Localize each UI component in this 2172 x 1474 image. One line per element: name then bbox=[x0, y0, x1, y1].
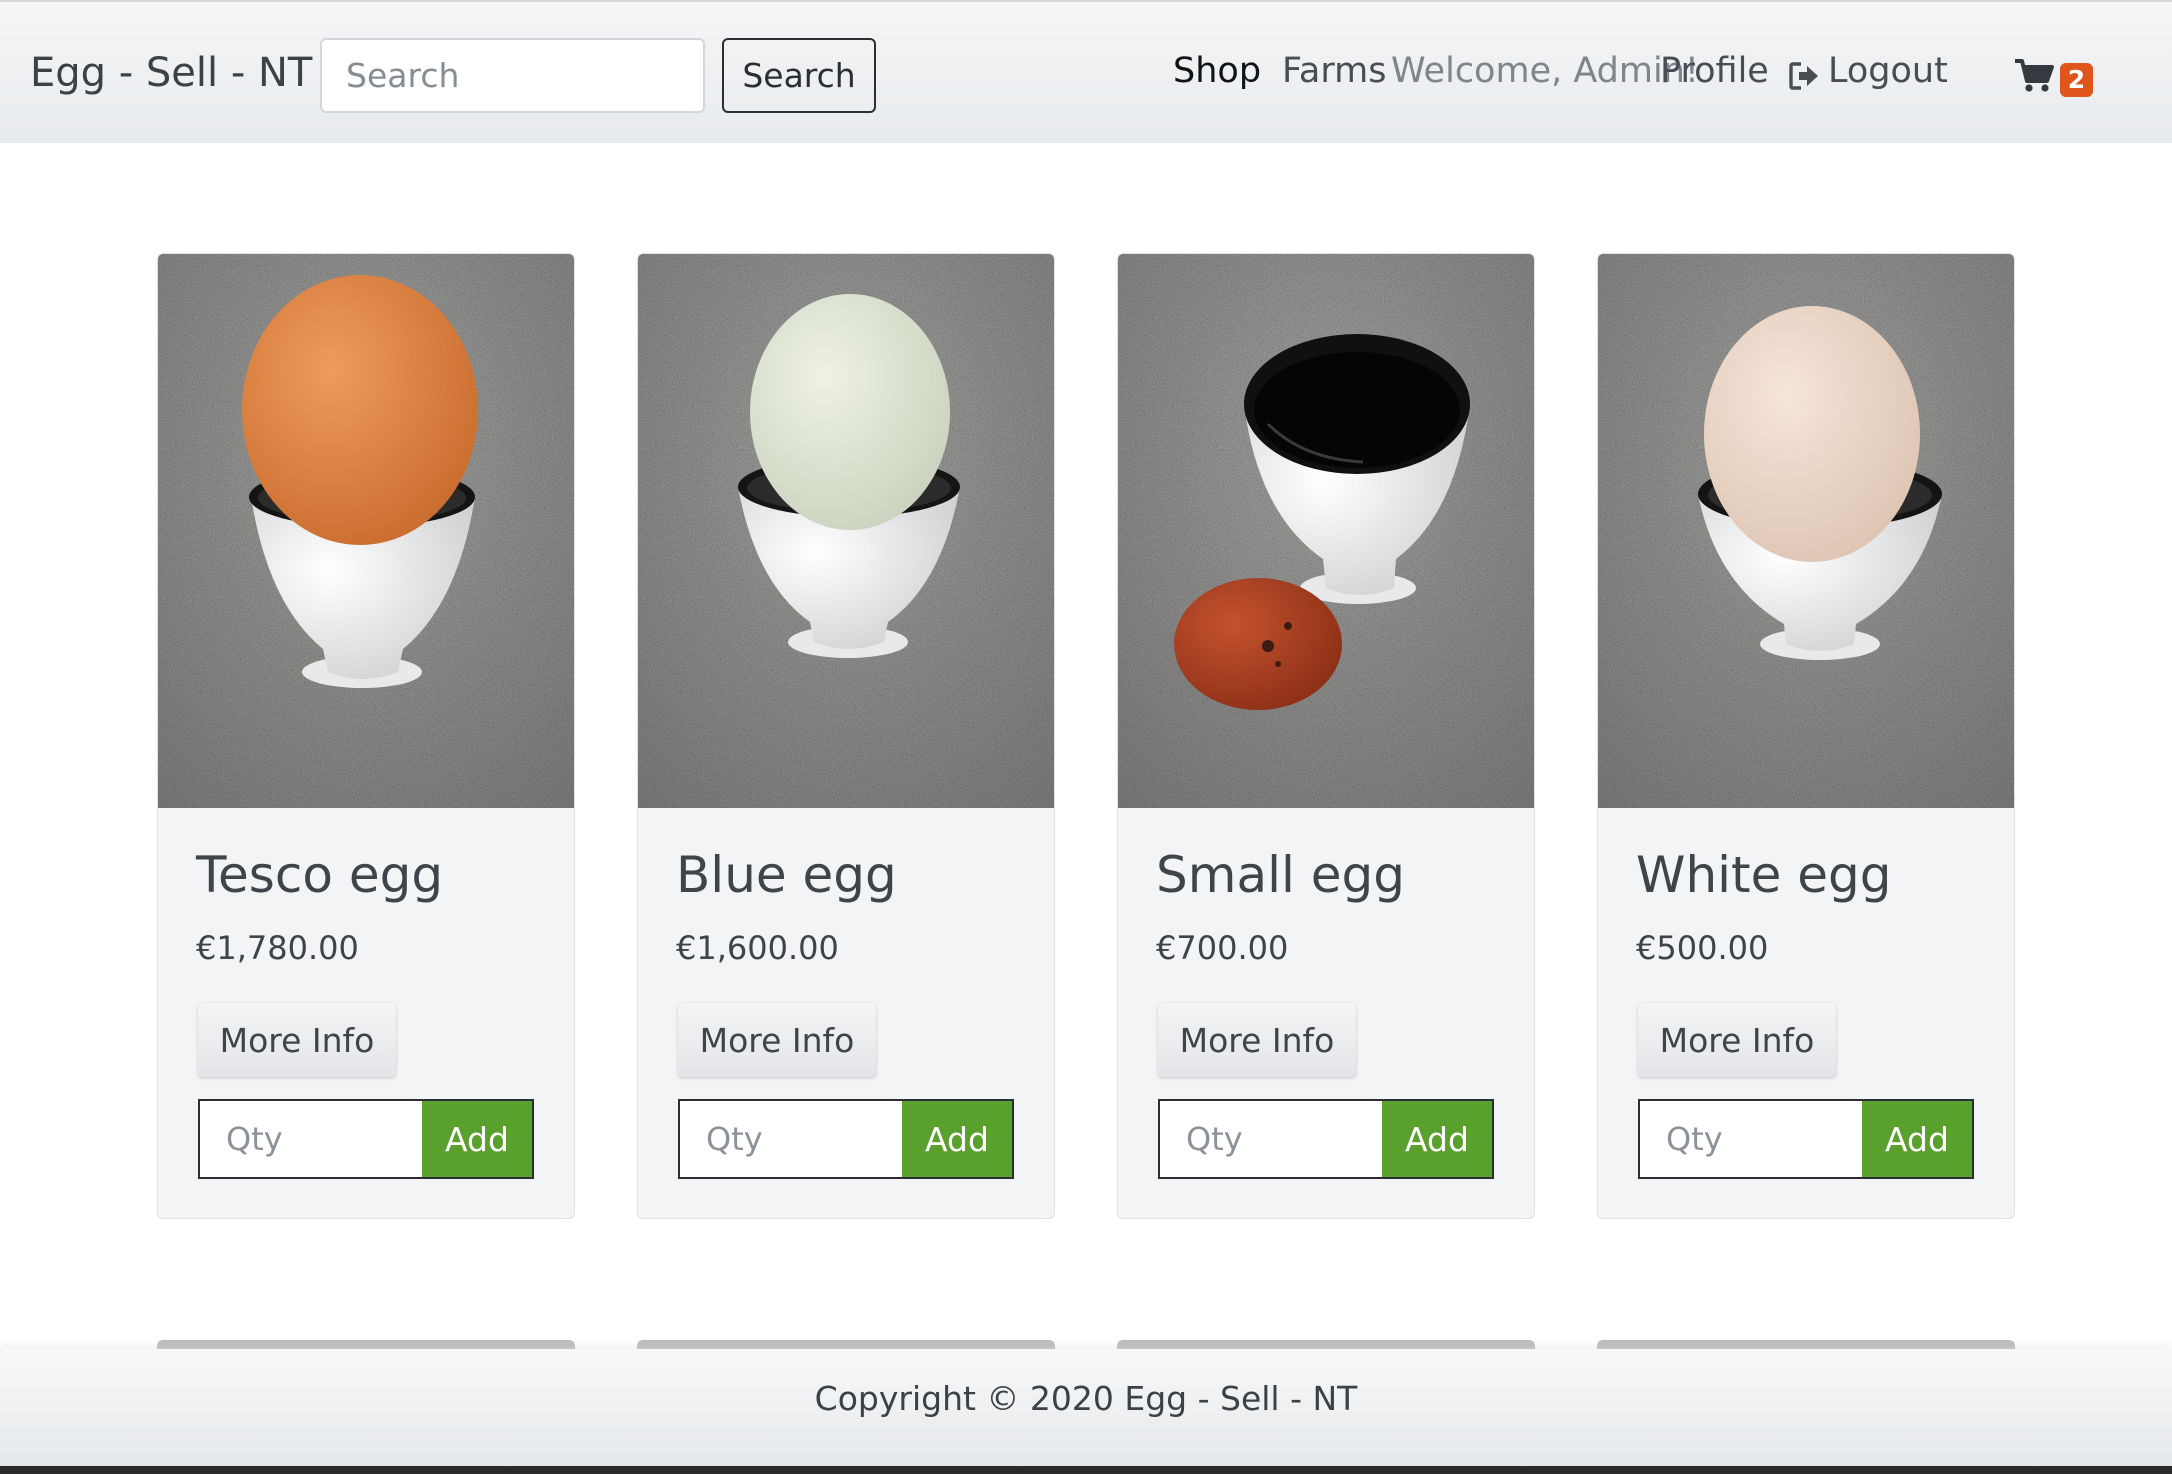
product-card: Blue egg €1,600.00 More Info Add bbox=[637, 253, 1055, 1219]
more-info-button[interactable]: More Info bbox=[1158, 1003, 1356, 1077]
nav-link-farms[interactable]: Farms bbox=[1282, 54, 1386, 89]
add-to-cart-button[interactable]: Add bbox=[1862, 1101, 1972, 1177]
product-name: White egg bbox=[1636, 846, 1892, 904]
product-card: White egg €500.00 More Info Add bbox=[1597, 253, 2015, 1219]
add-to-cart-group: Add bbox=[678, 1099, 1014, 1179]
product-card: Tesco egg €1,780.00 More Info Add bbox=[157, 253, 575, 1219]
product-name: Small egg bbox=[1156, 846, 1405, 904]
cart-count-badge: 2 bbox=[2060, 63, 2093, 97]
more-info-button[interactable]: More Info bbox=[198, 1003, 396, 1077]
shopping-cart-icon[interactable] bbox=[2014, 58, 2054, 94]
brand-logo[interactable]: Egg - Sell - NT bbox=[30, 50, 312, 96]
product-image[interactable] bbox=[1118, 254, 1535, 808]
add-to-cart-button[interactable]: Add bbox=[1382, 1101, 1492, 1177]
quantity-input[interactable] bbox=[680, 1101, 902, 1177]
nav-link-profile[interactable]: Profile bbox=[1660, 54, 1769, 89]
product-price: €500.00 bbox=[1636, 929, 1769, 967]
add-to-cart-button[interactable]: Add bbox=[422, 1101, 532, 1177]
quantity-input[interactable] bbox=[1640, 1101, 1862, 1177]
product-image[interactable] bbox=[638, 254, 1055, 808]
welcome-text: Welcome, Admin! bbox=[1391, 51, 1699, 91]
footer: Copyright © 2020 Egg - Sell - NT bbox=[0, 1349, 2172, 1474]
product-name: Tesco egg bbox=[196, 846, 444, 904]
logout-icon[interactable] bbox=[1788, 60, 1820, 92]
window-bottom-edge bbox=[0, 1466, 2172, 1474]
nav-link-logout[interactable]: Logout bbox=[1828, 54, 1948, 89]
add-to-cart-group: Add bbox=[1158, 1099, 1494, 1179]
add-to-cart-group: Add bbox=[198, 1099, 534, 1179]
product-image[interactable] bbox=[158, 254, 575, 808]
navbar: Egg - Sell - NT Search Shop Farms Welcom… bbox=[0, 0, 2172, 143]
copyright-text: Copyright © 2020 Egg - Sell - NT bbox=[814, 1379, 1358, 1418]
add-to-cart-button[interactable]: Add bbox=[902, 1101, 1012, 1177]
product-price: €1,780.00 bbox=[196, 929, 359, 967]
quantity-input[interactable] bbox=[1160, 1101, 1382, 1177]
more-info-button[interactable]: More Info bbox=[1638, 1003, 1836, 1077]
search-input[interactable] bbox=[320, 38, 705, 113]
product-price: €1,600.00 bbox=[676, 929, 839, 967]
search-button[interactable]: Search bbox=[722, 38, 876, 113]
quantity-input[interactable] bbox=[200, 1101, 422, 1177]
add-to-cart-group: Add bbox=[1638, 1099, 1974, 1179]
nav-link-shop[interactable]: Shop bbox=[1173, 54, 1261, 89]
product-image[interactable] bbox=[1598, 254, 2015, 808]
product-card: Small egg €700.00 More Info Add bbox=[1117, 253, 1535, 1219]
product-name: Blue egg bbox=[676, 846, 897, 904]
product-price: €700.00 bbox=[1156, 929, 1289, 967]
more-info-button[interactable]: More Info bbox=[678, 1003, 876, 1077]
